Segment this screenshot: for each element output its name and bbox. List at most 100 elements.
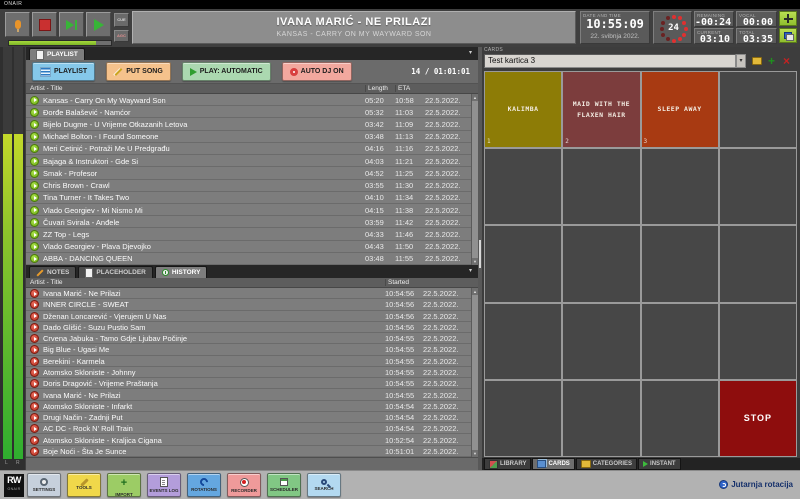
card-set-add-button[interactable] [765,54,778,68]
playlist-row[interactable]: ZZ Top - Legs 04:33 11:46 22.5.2022. [26,228,478,240]
history-menu-arrow-icon[interactable] [466,267,475,276]
tab-library[interactable]: LIBRARY [484,458,531,470]
playlist-scrollbar[interactable]: ▲ ▼ [471,94,478,265]
history-row[interactable]: INNER CIRCLE - SWEAT 10:54:56 22.5.2022. [26,299,478,310]
card-cell-empty[interactable] [642,304,718,379]
card-cell-empty[interactable] [485,149,561,224]
history-row[interactable]: Boje Noći - Šta Je Sunce 10:51:01 22.5.2… [26,446,478,457]
playlist-row[interactable]: Chris Brown - Crawl 03:55 11:30 22.5.202… [26,180,478,192]
tab-instant[interactable]: INSTANT [638,458,681,470]
card-cell[interactable]: MAID WITH THE FLAXEN HAIR 2 [563,72,639,147]
stop-button[interactable] [32,12,57,37]
queued-play-icon [30,230,39,239]
tab-categories[interactable]: CATEGORIES [576,458,637,470]
cue-button[interactable]: CUE [114,13,129,27]
tab-notes[interactable]: NOTES [29,266,76,278]
history-row[interactable]: Big Blue - Ugasi Me 10:54:55 22.5.2022. [26,344,478,355]
card-cell-empty[interactable] [720,72,796,147]
skip-next-button[interactable] [59,12,84,37]
card-cell[interactable]: SLEEP AWAY 3 [642,72,718,147]
history-row[interactable]: Doris Dragović - Vrijeme Praštanja 10:54… [26,378,478,389]
card-cell-empty[interactable] [642,149,718,224]
playlist-row[interactable]: Bijelo Dugme - U Vrijeme Otkazanih Letov… [26,118,478,130]
playlist-row[interactable]: ABBA - DANCING QUEEN 03:48 11:55 22.5.20… [26,253,478,265]
card-cell-empty[interactable] [563,149,639,224]
mic-button[interactable] [5,12,30,37]
chevron-down-icon[interactable] [736,54,746,68]
card-cell-empty[interactable] [642,381,718,456]
track-eta-time: 11:50 [395,242,425,251]
toolbar-button-events-log[interactable]: EVENTS LOG [147,473,181,497]
playlist-menu-arrow-icon[interactable] [466,49,475,58]
tab-placeholder[interactable]: PLACEHOLDER [78,266,152,278]
card-cell-empty[interactable] [485,304,561,379]
card-cell-empty[interactable] [720,226,796,301]
playlist-row[interactable]: Tina Turner - It Takes Two 04:10 11:34 2… [26,192,478,204]
history-row[interactable]: Atomsko Skloniste - Infarkt 10:54:54 22.… [26,401,478,412]
card-set-delete-button[interactable] [780,54,793,68]
tab-cards[interactable]: CARDS [532,458,574,470]
history-row[interactable]: Dženan Loncarević - Vjerujem U Nas 10:54… [26,311,478,322]
track-length: 05:32 [365,108,395,117]
playlist-toolbar-button[interactable]: PUT SONG [106,62,171,81]
card-cell-empty[interactable] [485,226,561,301]
track-title: Tina Turner - It Takes Two [43,193,365,202]
playlist-toolbar-button[interactable]: AUTO DJ ON [282,62,352,81]
tab-playlist[interactable]: PLAYLIST [29,48,85,60]
playlist-toolbar-button[interactable]: PLAY: AUTOMATIC [182,62,271,81]
agc-button[interactable]: AGC [114,30,129,42]
toolbar-button-rotations[interactable]: ROTATIONS [187,473,221,497]
playlist-row[interactable]: Kansas - Carry On My Wayward Son 05:20 1… [26,94,478,106]
history-row[interactable]: Atomsko Skloniste - Johnny 10:54:55 22.5… [26,367,478,378]
toolbar-button-settings[interactable]: SETTINGS [27,473,61,497]
card-cell-empty[interactable] [720,149,796,224]
detach-button[interactable] [779,11,797,26]
history-row[interactable]: Atomsko Skloniste - Kraljica Cigana 10:5… [26,434,478,445]
track-title: Atomsko Skloniste - Infarkt [43,402,385,411]
tab-history[interactable]: HISTORY [155,266,208,278]
playlist-row[interactable]: Vlado Georgiev - Mi Nismo Mi 04:15 11:38… [26,204,478,216]
history-row[interactable]: Dado Glišić - Suzu Pustio Sam 10:54:56 2… [26,322,478,333]
toolbar-button-tools[interactable]: TOOLS [67,473,101,497]
play-button[interactable] [86,12,111,37]
cards-quick-button[interactable] [779,28,797,43]
history-row[interactable]: Crvena Jabuka - Tamo Gdje Ljubav Počinje… [26,333,478,344]
track-started-date: 22.5.2022. [423,300,469,309]
card-cell-empty[interactable] [563,381,639,456]
track-length: 03:55 [365,181,395,190]
history-row[interactable]: Ivana Marić - Ne Prilazi 10:54:55 22.5.2… [26,389,478,400]
toolbar-buttons: SETTINGS TOOLS IMPORT EVENTS LOG ROTATIO… [27,473,347,497]
card-set-edit-button[interactable] [750,54,763,68]
card-cell-empty[interactable] [485,381,561,456]
playlist-row[interactable]: Bajaga & Instruktori - Gde Si 04:03 11:2… [26,155,478,167]
card-cell[interactable]: STOP [720,381,796,456]
card-cell-empty[interactable] [720,304,796,379]
card-cell-empty[interactable] [563,226,639,301]
history-row[interactable]: AC DC - Rock N' Roll Train 10:54:54 22.5… [26,423,478,434]
track-eta-date: 22.5.2022. [425,230,469,239]
history-row[interactable]: Drugi Način - Zadnji Put 10:54:54 22.5.2… [26,412,478,423]
card-cell-empty[interactable] [563,304,639,379]
toolbar-button-recorder[interactable]: RECORDER [227,473,261,497]
card-cell[interactable]: KALIMBA 1 [485,72,561,147]
track-eta-time: 11:16 [395,144,425,153]
splitter-grip[interactable] [479,240,481,268]
wand-icon [114,67,123,76]
playlist-row[interactable]: Čuvari Svirala - Anđele 03:59 11:42 22.5… [26,216,478,228]
card-set-select[interactable]: Test kartica 3 [484,54,736,68]
playlist-row[interactable]: Đorđe Balašević - Namćor 05:32 11:03 22.… [26,106,478,118]
playlist-row[interactable]: Smak - Profesor 04:52 11:25 22.5.2022. [26,167,478,179]
history-scrollbar[interactable]: ▲ ▼ [471,288,478,457]
history-row[interactable]: Ivana Marić - Ne Prilazi 10:54:56 22.5.2… [26,288,478,299]
played-icon [30,447,39,456]
toolbar-button-scheduler[interactable]: SCHEDULER [267,473,301,497]
card-cell-empty[interactable] [642,226,718,301]
playlist-row[interactable]: Michael Bolton - I Found Someone 03:48 1… [26,131,478,143]
playlist-toolbar-button[interactable]: PLAYLIST [32,62,95,81]
track-started-date: 22.5.2022. [423,323,469,332]
toolbar-button-search[interactable]: SEARCH [307,473,341,497]
playlist-row[interactable]: Meri Cetinić - Potraži Me U Predgrađu 04… [26,143,478,155]
history-row[interactable]: Berekini - Karmela 10:54:55 22.5.2022. [26,356,478,367]
toolbar-button-import[interactable]: IMPORT [107,473,141,497]
playlist-row[interactable]: Vlado Georgiev - Plava Djevojko 04:43 11… [26,241,478,253]
